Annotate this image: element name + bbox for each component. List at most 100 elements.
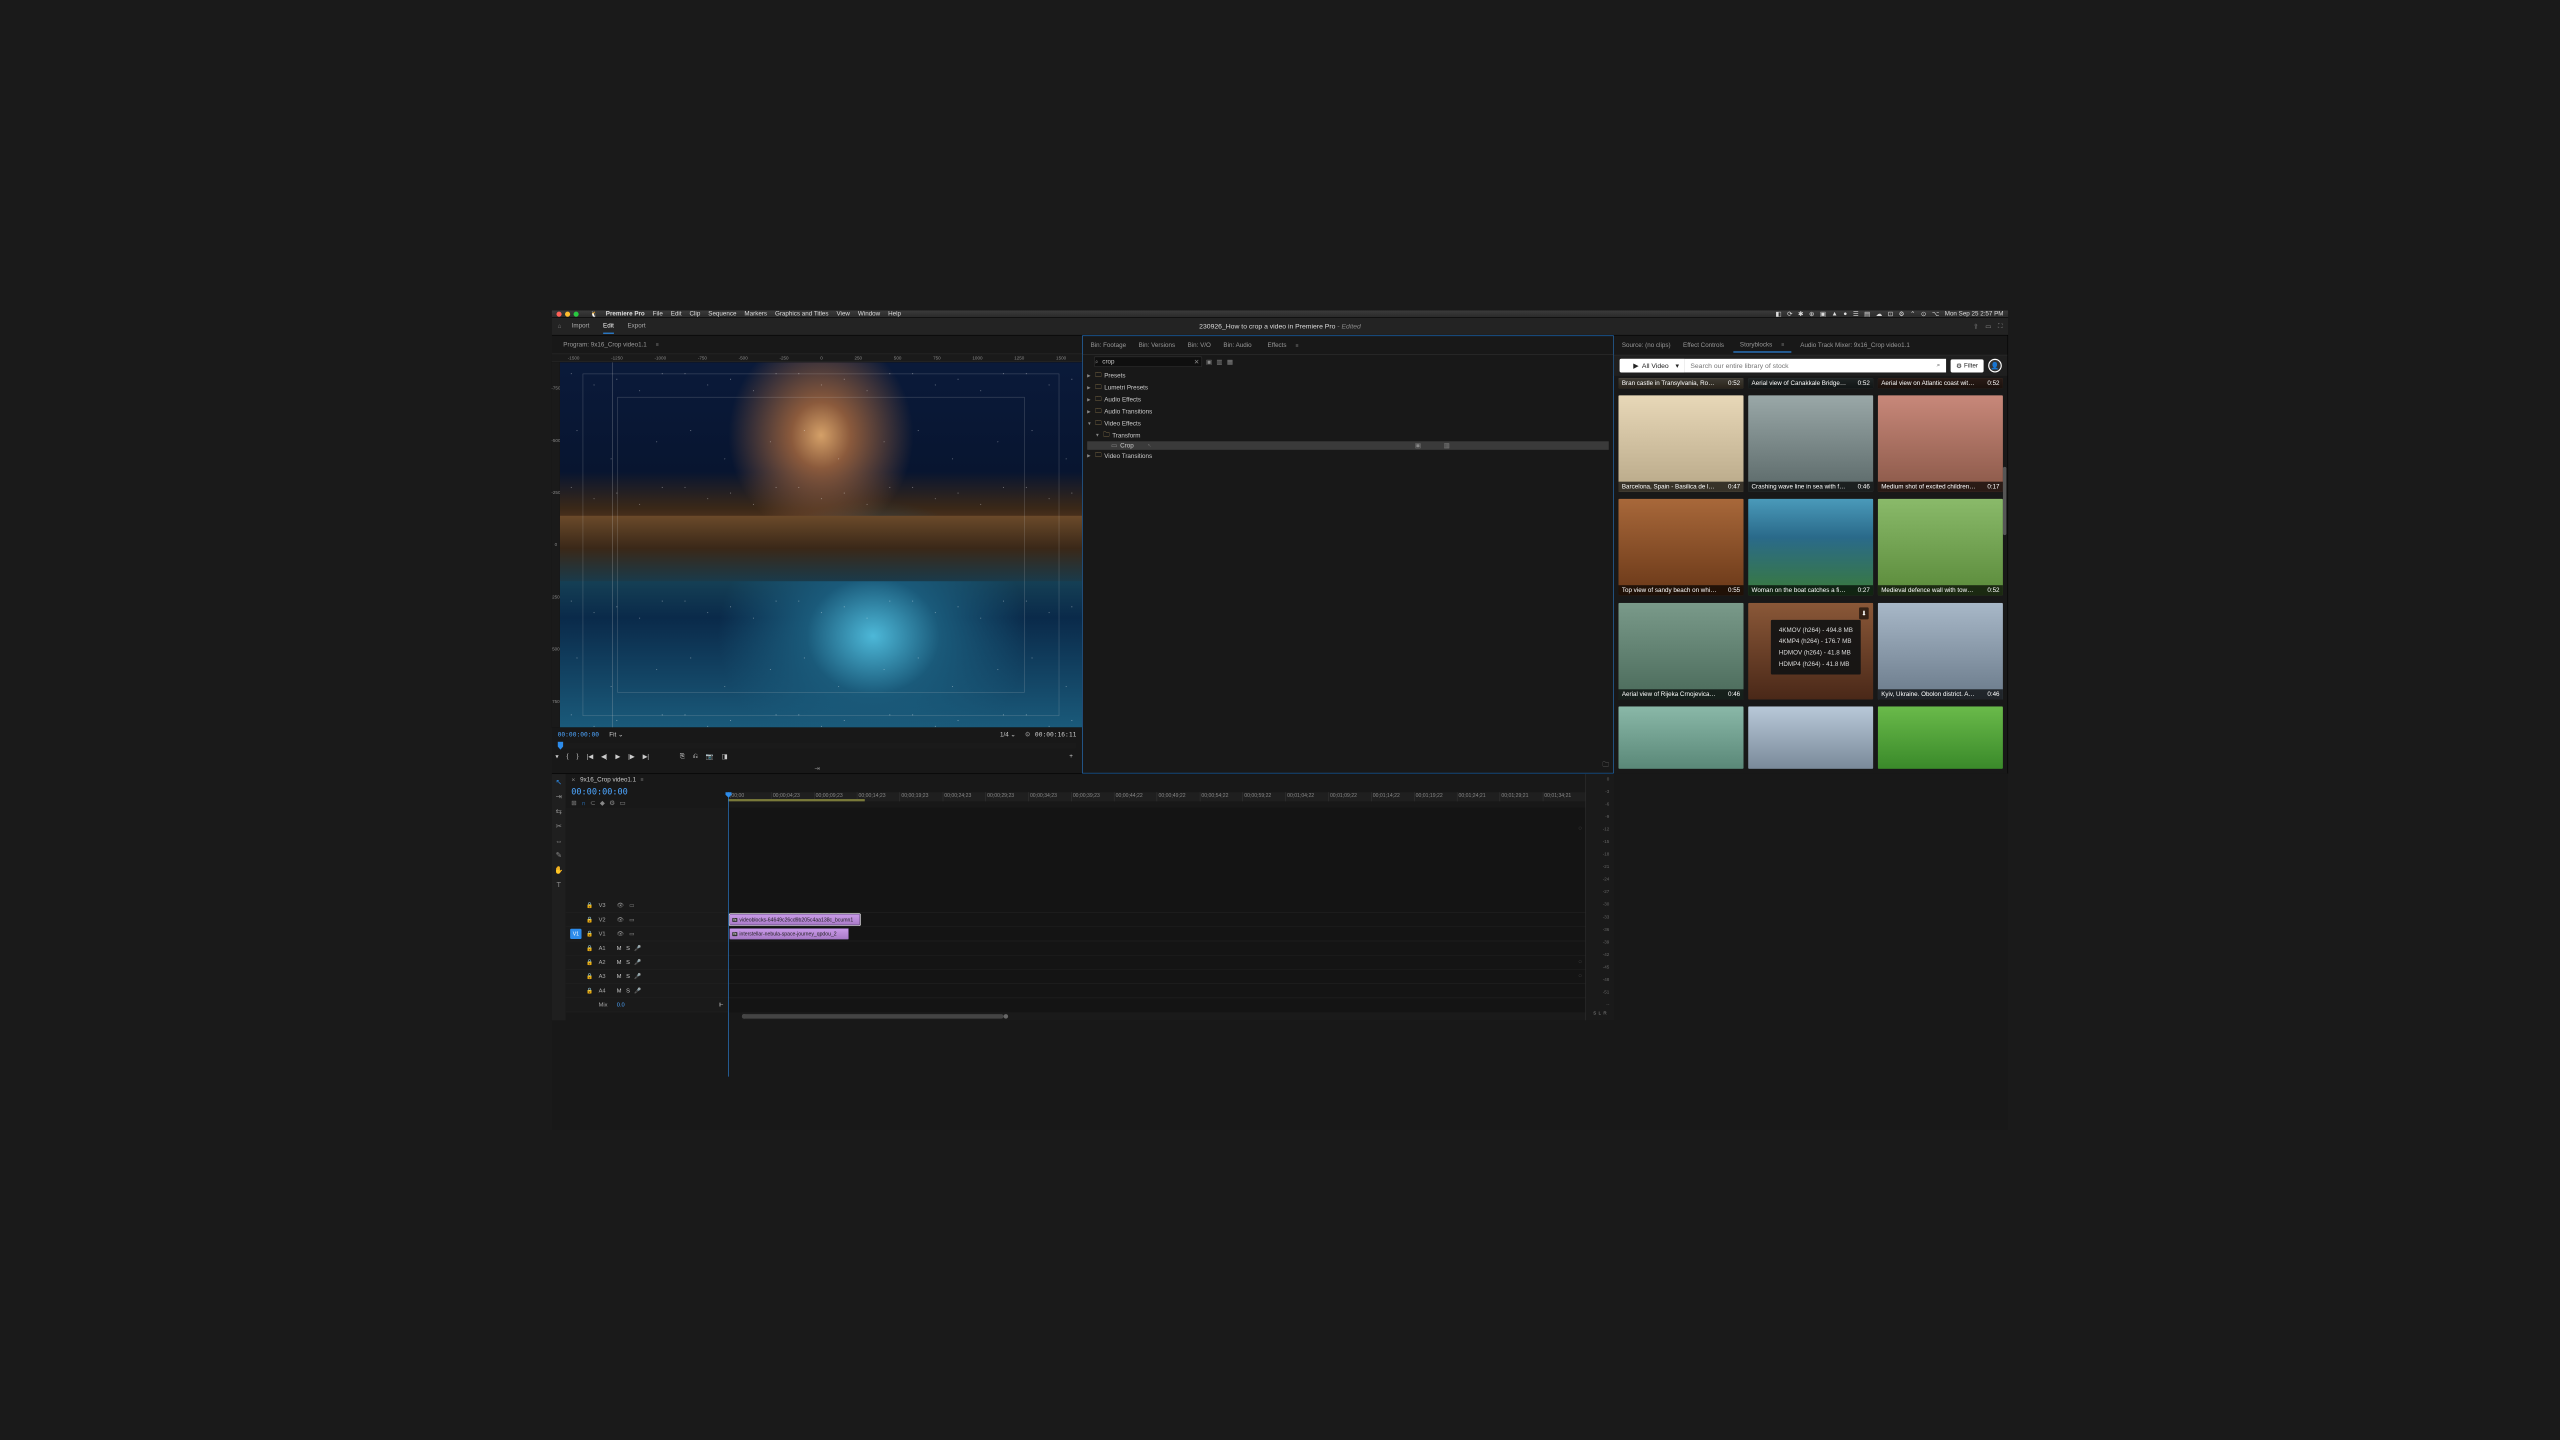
step-forward-icon[interactable]: |▶ (628, 753, 634, 760)
stock-video-tile[interactable]: Bran castle in Transylvania, Romania0:52 (1618, 378, 1743, 388)
menu-window[interactable]: Window (858, 310, 880, 317)
apple-logo-icon[interactable]: 🐧 (590, 310, 598, 317)
tree-crop-effect[interactable]: ▭Crop↖▣▥ (1087, 441, 1609, 450)
stock-video-tile[interactable]: Medieval defence wall with tower ...0:52 (1878, 499, 2003, 596)
menubar-wifi-icon[interactable]: ⌃ (1910, 310, 1915, 317)
menubar-icon[interactable]: ⚙ (1899, 310, 1905, 317)
voiceover-icon[interactable]: 🎤 (634, 959, 641, 965)
panel-menu-icon[interactable]: ≡ (1778, 340, 1788, 349)
stock-video-tile[interactable] (1878, 706, 2003, 769)
selection-tool-icon[interactable]: ↖ (556, 777, 562, 786)
track-header-v1[interactable]: V1🔒V1👁▭ (566, 927, 729, 941)
program-scrubber[interactable] (558, 743, 1077, 749)
tree-audio-effects[interactable]: ▶🗀Audio Effects (1087, 394, 1609, 406)
home-icon[interactable]: ⌂ (558, 323, 562, 330)
go-to-out-icon[interactable]: ▶| (643, 753, 649, 760)
toggle-output-icon[interactable]: 👁 (617, 902, 625, 908)
stock-video-tile[interactable] (1748, 706, 1873, 769)
track-v2-lane[interactable]: fxvideoblocks-64649c26cd9b205c4aa138c_bc… (728, 913, 1585, 927)
stock-video-tile[interactable]: ⬇4KMOV (h264) - 494.8 MB4KMP4 (h264) - 1… (1748, 603, 1873, 700)
menubar-icon[interactable]: ⊕ (1809, 310, 1814, 317)
solo-icon[interactable]: S (626, 973, 630, 979)
mute-icon[interactable]: M (617, 988, 622, 994)
media-type-dropdown[interactable]: ▶All Video▾ (1620, 359, 1685, 373)
menu-clip[interactable]: Clip (690, 310, 701, 317)
scroll-handle-right[interactable] (1004, 1014, 1009, 1019)
lock-icon[interactable]: 🔒 (586, 945, 594, 951)
lock-icon[interactable]: 🔒 (586, 973, 594, 979)
track-header-a3[interactable]: 🔒A3MS🎤 (566, 970, 729, 984)
zoom-in-icon[interactable]: ○ (1578, 973, 1582, 980)
track-v1-lane[interactable]: fxinterstellar-nebula-space-journey_qpdo… (728, 927, 1585, 941)
button-editor-icon[interactable]: + (1069, 753, 1073, 760)
zoom-fit-dropdown[interactable]: Fit ⌄ (609, 731, 623, 738)
track-v3-lane[interactable] (728, 899, 1585, 913)
storyblocks-search-input[interactable] (1685, 359, 1946, 373)
filter-button[interactable]: ⚙Filter (1950, 359, 1983, 372)
download-option[interactable]: 4KMP4 (h264) - 176.7 MB (1779, 636, 1853, 647)
app-name[interactable]: Premiere Pro (606, 310, 645, 317)
comparison-view-icon[interactable]: ◨ (721, 753, 727, 760)
type-tool-icon[interactable]: T (556, 880, 561, 889)
stock-video-tile[interactable]: Aerial view of Canakkale Bridge cr...0:5… (1748, 378, 1873, 388)
effects-search-input[interactable] (1094, 357, 1202, 367)
program-timecode-duration[interactable]: 00:00:16:11 (1035, 731, 1076, 738)
lock-icon[interactable]: 🔒 (586, 931, 594, 937)
menu-edit[interactable]: Edit (671, 310, 682, 317)
yuv-icon[interactable]: ▦ (1227, 358, 1233, 365)
program-timecode-current[interactable]: 00:00:00:00 (558, 731, 599, 738)
slip-tool-icon[interactable]: ⇔ (555, 837, 562, 846)
stock-video-tile[interactable]: Kyiv, Ukraine. Obolon district. Aeri...0… (1878, 603, 2003, 700)
toggle-output-icon[interactable]: 👁 (617, 917, 625, 923)
menubar-icon[interactable]: ● (1843, 310, 1847, 317)
lock-icon[interactable]: 🔒 (586, 988, 594, 994)
fullscreen-icon[interactable]: ⛶ (1998, 323, 2002, 330)
clip-v1[interactable]: fxinterstellar-nebula-space-journey_qpdo… (729, 928, 848, 939)
toggle-output-icon[interactable]: 👁 (617, 931, 625, 937)
source-patch-v1[interactable]: V1 (570, 929, 581, 939)
tab-source[interactable]: Source: (no clips) (1618, 338, 1674, 353)
scroll-thumb[interactable] (742, 1014, 1004, 1019)
tab-program[interactable]: Program: 9x16_Crop video1.1 ≡ (556, 338, 665, 352)
playback-resolution-dropdown[interactable]: 1/4 ⌄ (1000, 731, 1016, 738)
ripple-edit-tool-icon[interactable]: ⇆ (556, 807, 562, 816)
go-to-in-icon[interactable]: |◀ (587, 753, 593, 760)
track-header-v2[interactable]: 🔒V2👁▭ (566, 913, 729, 927)
hand-tool-icon[interactable]: ✋ (554, 866, 563, 875)
step-back-icon[interactable]: ◀| (601, 753, 607, 760)
stock-video-tile[interactable]: Barcelona, Spain - Basilica de la Sa...0… (1618, 395, 1743, 492)
voiceover-icon[interactable]: 🎤 (634, 988, 641, 994)
tree-video-effects[interactable]: ▼🗀Video Effects (1087, 417, 1609, 429)
stock-video-tile[interactable]: Crashing wave line in sea with foa...0:4… (1748, 395, 1873, 492)
menubar-icon[interactable]: ⟳ (1787, 310, 1792, 317)
download-option[interactable]: HDMP4 (h264) - 41.8 MB (1779, 658, 1853, 669)
mode-edit[interactable]: Edit (603, 319, 614, 334)
audio-meters[interactable]: 0-3-6-9-12-15-18-21-24-27-30-33-36-39-42… (1585, 774, 1613, 1020)
sequence-tab[interactable]: 9x16_Crop video1.1 (580, 776, 636, 783)
play-icon[interactable]: ▶ (615, 753, 620, 760)
tree-video-transitions[interactable]: ▶🗀Video Transitions (1087, 450, 1609, 462)
tab-effect-controls[interactable]: Effect Controls (1680, 338, 1728, 353)
lock-icon[interactable]: 🔒 (586, 959, 594, 965)
solo-icon[interactable]: S (626, 988, 630, 994)
stock-video-tile[interactable]: Medium shot of excited children in ...0:… (1878, 395, 2003, 492)
mute-icon[interactable]: M (617, 959, 622, 965)
in-out-range[interactable] (728, 799, 865, 801)
voiceover-icon[interactable]: 🎤 (634, 945, 641, 951)
lock-icon[interactable]: 🔒 (586, 902, 594, 908)
track-a2-lane[interactable] (728, 955, 1585, 969)
track-header-v3[interactable]: 🔒V3👁▭ (566, 899, 729, 913)
cc-icon[interactable]: ▭ (619, 799, 625, 806)
stock-video-tile[interactable] (1618, 706, 1743, 769)
panel-menu-icon[interactable]: ≡ (652, 340, 662, 349)
settings-icon[interactable]: ⚙ (609, 799, 615, 806)
new-bin-icon[interactable]: 🗀 (1603, 762, 1609, 769)
results-scrollbar[interactable] (2003, 467, 2006, 535)
track-a1-lane[interactable] (728, 941, 1585, 955)
settings-icon[interactable]: ⚙ (1025, 731, 1031, 738)
clear-search-icon[interactable]: ✕ (1194, 358, 1199, 365)
solo-icon[interactable]: S (626, 945, 630, 951)
menubar-icon[interactable]: ☰ (1853, 310, 1859, 317)
tab-bin-audio[interactable]: Bin: Audio (1220, 338, 1255, 352)
mute-icon[interactable]: M (617, 973, 622, 979)
